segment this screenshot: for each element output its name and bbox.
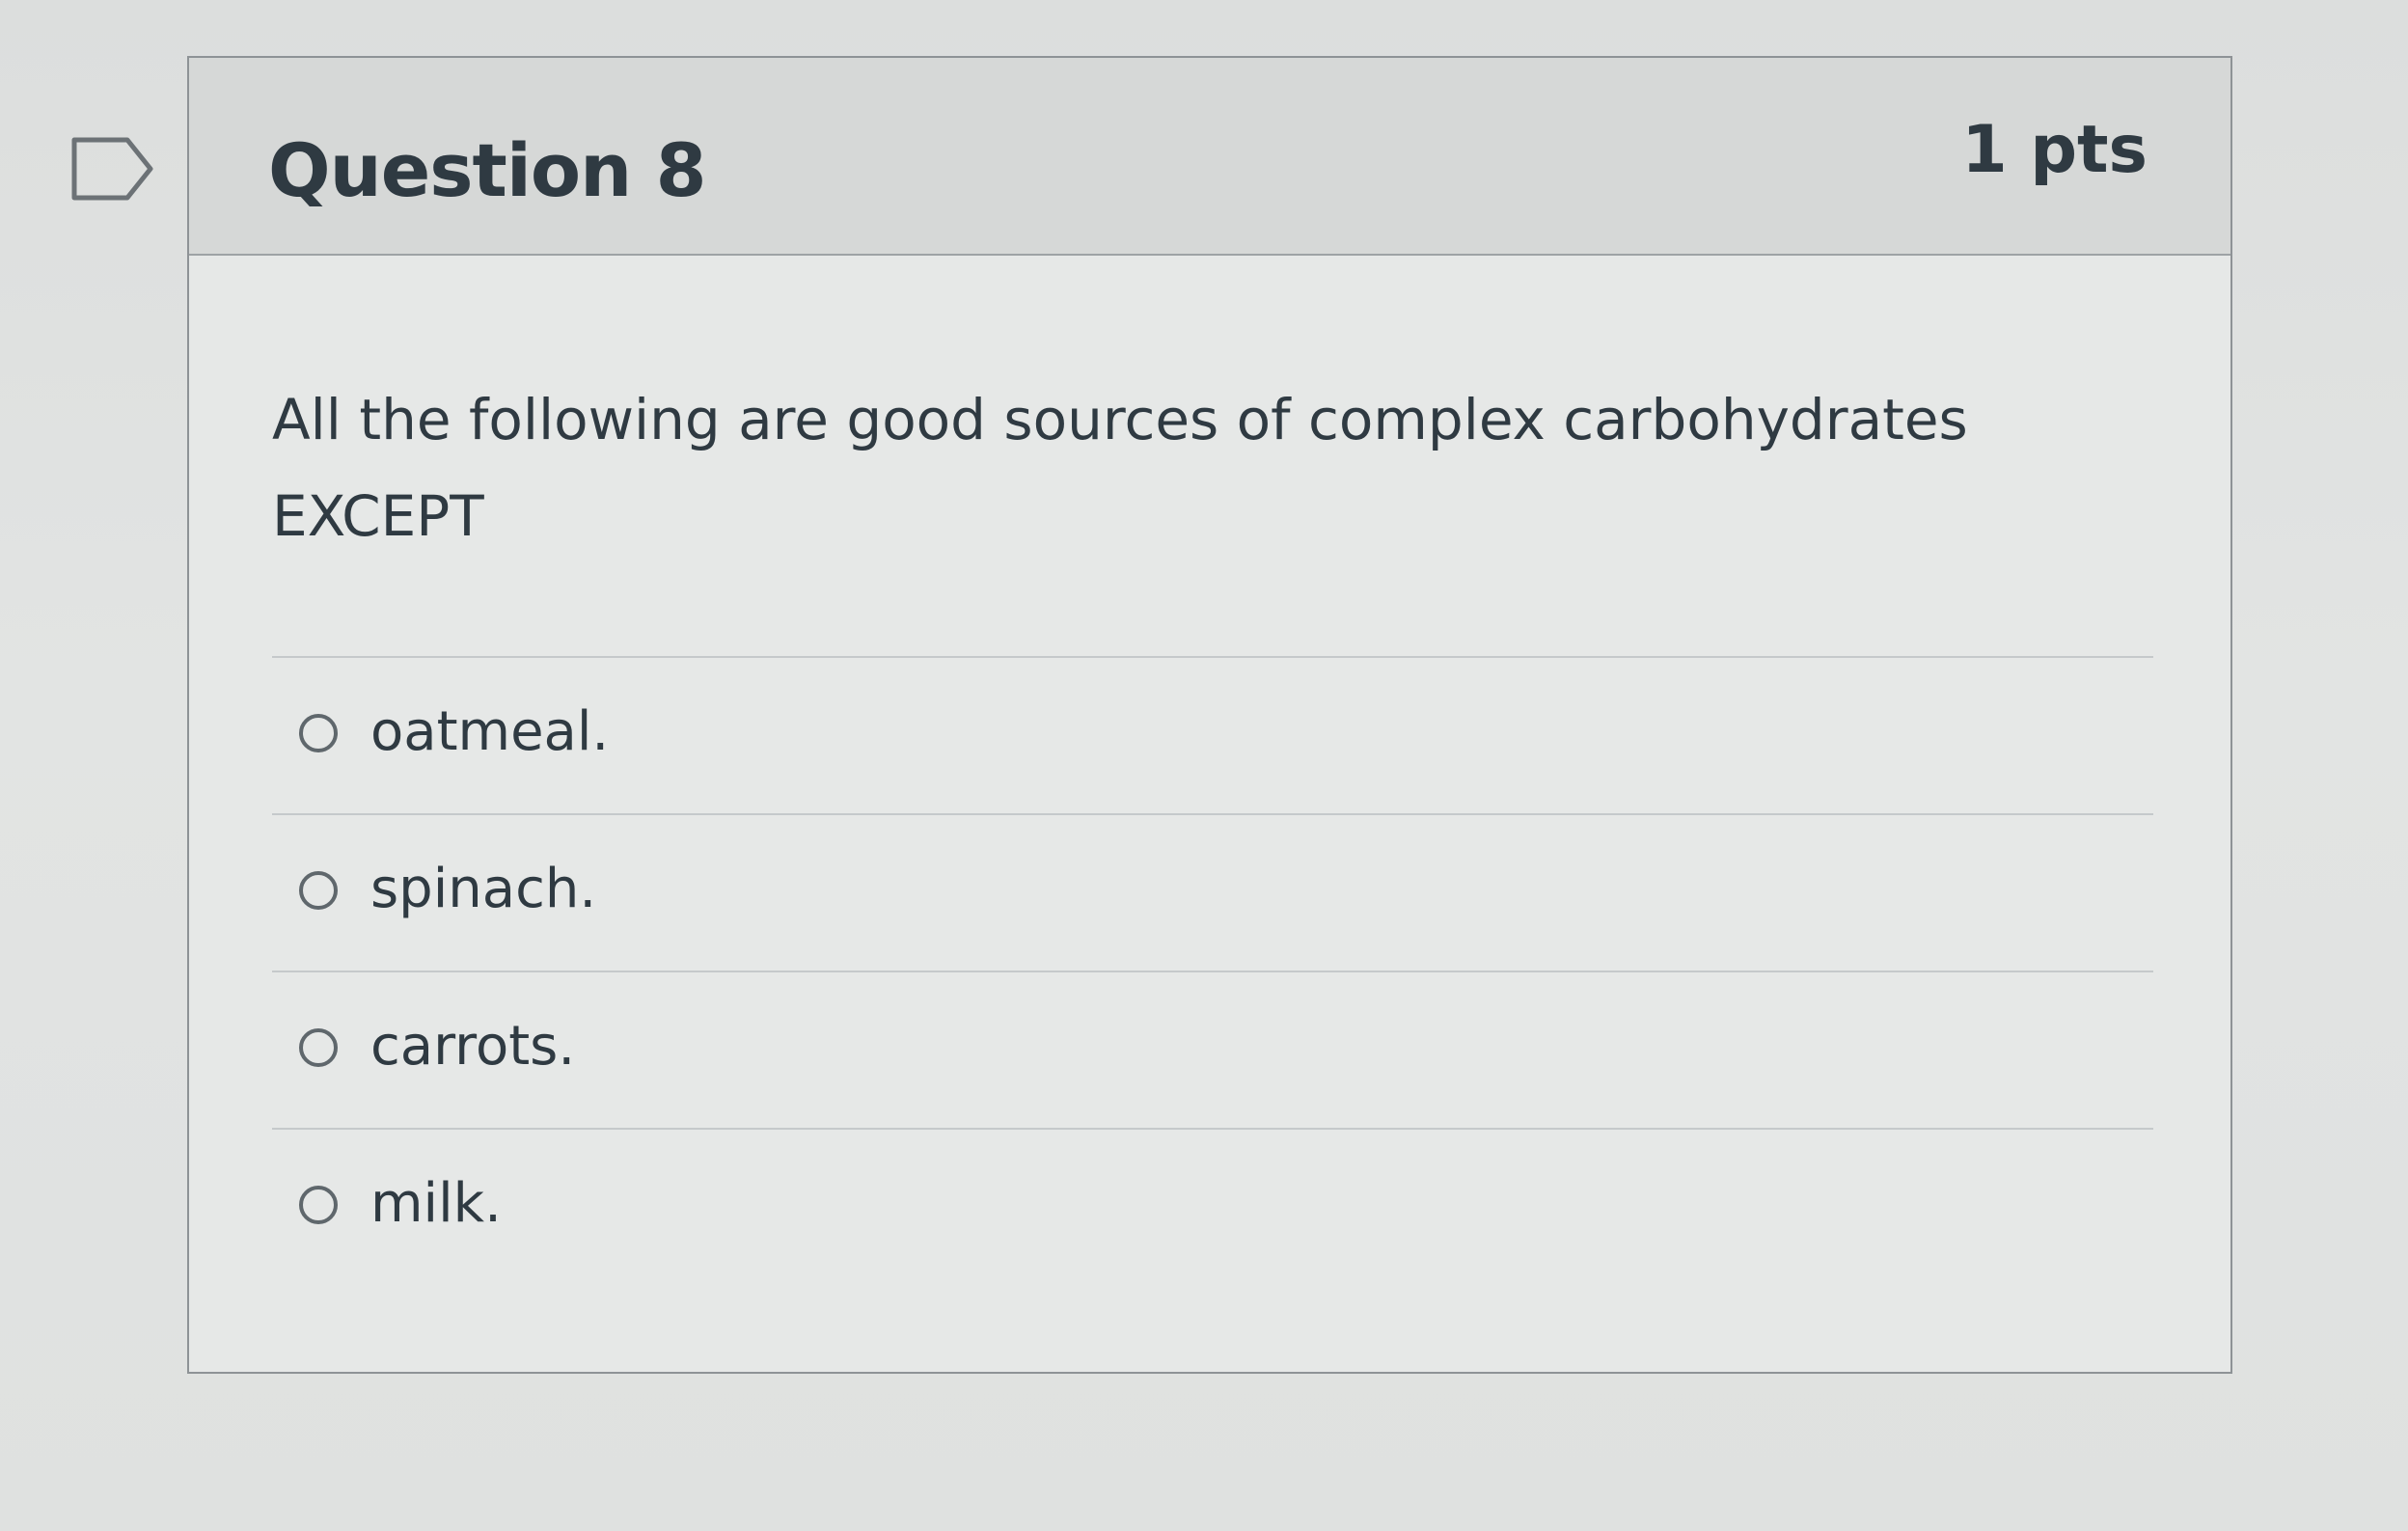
question-text: All the following are good sources of co… xyxy=(272,371,2105,564)
question-text-line-1: All the following are good sources of co… xyxy=(272,387,1968,452)
answer-label[interactable]: oatmeal. xyxy=(370,700,609,763)
question-text-line-2: EXCEPT xyxy=(272,483,484,549)
radio-button[interactable] xyxy=(299,714,338,752)
answer-option[interactable]: spinach. xyxy=(272,813,2153,971)
answer-options: oatmeal. spinach. carrots. milk. xyxy=(272,656,2153,1285)
question-title: Question 8 xyxy=(268,127,707,213)
question-points: 1 pts xyxy=(1961,112,2148,188)
answer-label[interactable]: spinach. xyxy=(370,858,596,920)
radio-button[interactable] xyxy=(299,1186,338,1224)
answer-option[interactable]: oatmeal. xyxy=(272,656,2153,813)
flag-question-icon[interactable] xyxy=(71,137,154,201)
answer-option[interactable]: milk. xyxy=(272,1128,2153,1285)
radio-button[interactable] xyxy=(299,871,338,910)
radio-button[interactable] xyxy=(299,1028,338,1067)
answer-label[interactable]: carrots. xyxy=(370,1015,575,1078)
answer-label[interactable]: milk. xyxy=(370,1172,502,1235)
question-header: Question 8 1 pts xyxy=(189,58,2230,256)
answer-option[interactable]: carrots. xyxy=(272,971,2153,1128)
question-card: Question 8 1 pts All the following are g… xyxy=(187,56,2232,1374)
